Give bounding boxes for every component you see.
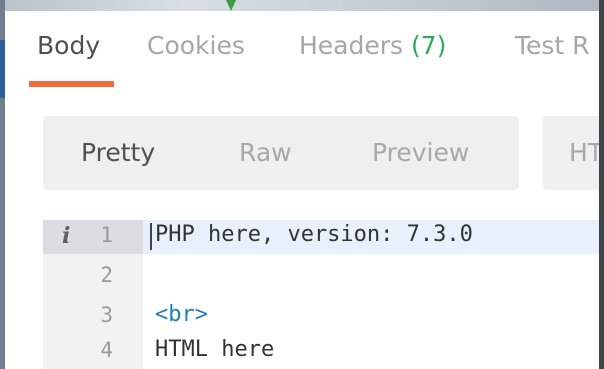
- info-icon: i: [62, 223, 71, 249]
- response-tabs: Body Cookies Headers (7) Test R: [5, 11, 599, 87]
- format-select[interactable]: HT: [543, 116, 599, 190]
- tab-body[interactable]: Body: [28, 11, 115, 87]
- tab-body-label: Body: [37, 31, 101, 60]
- gutter-cell: 2: [43, 260, 143, 294]
- headers-count-badge: (7): [411, 31, 447, 60]
- response-panel: Body Cookies Headers (7) Test R Pretty R…: [5, 11, 599, 369]
- right-window-edge: [599, 0, 604, 369]
- tab-headers-label: Headers: [299, 31, 404, 60]
- text-caret: [150, 223, 152, 250]
- line-number: 2: [100, 263, 113, 287]
- view-pretty-button[interactable]: Pretty: [81, 116, 155, 190]
- response-body-editor[interactable]: i 1 PHP here, version: 7.3.0 2 3 <br> 4 …: [43, 220, 599, 369]
- line-number: 3: [100, 303, 113, 327]
- code-line: i 1 PHP here, version: 7.3.0: [43, 220, 599, 254]
- tab-test-results-label: Test R: [515, 31, 590, 60]
- gutter-cell: 4: [43, 335, 143, 369]
- code-line: 4 HTML here: [43, 335, 599, 369]
- gutter-cell: 3: [43, 300, 143, 334]
- code-text: PHP here, version: 7.3.0: [155, 222, 473, 247]
- tab-headers[interactable]: Headers (7): [299, 11, 446, 87]
- code-text: HTML here: [155, 337, 275, 362]
- view-preview-button[interactable]: Preview: [372, 116, 469, 190]
- line-number: 4: [100, 338, 113, 362]
- format-select-value: HT: [569, 138, 599, 167]
- body-view-mode-bar: Pretty Raw Preview: [43, 116, 519, 190]
- tab-cookies-label: Cookies: [147, 31, 245, 60]
- gutter-cell: i 1: [43, 220, 143, 254]
- code-line: 3 <br>: [43, 300, 599, 334]
- code-text: <br>: [155, 302, 208, 327]
- tab-test-results[interactable]: Test R: [515, 11, 590, 87]
- view-raw-button[interactable]: Raw: [239, 116, 292, 190]
- tab-cookies[interactable]: Cookies: [147, 11, 245, 87]
- drop-marker-icon: [226, 0, 236, 11]
- code-line: 2: [43, 260, 599, 294]
- line-number: 1: [100, 223, 113, 247]
